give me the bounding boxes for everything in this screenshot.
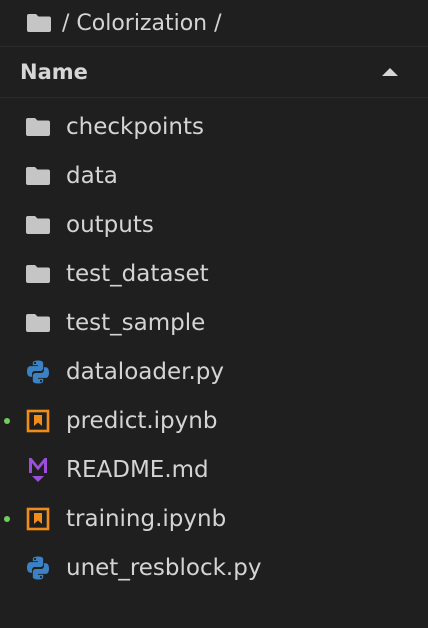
file-name: test_dataset: [66, 260, 209, 287]
list-item[interactable]: test_sample: [0, 298, 428, 347]
list-item[interactable]: test_dataset: [0, 249, 428, 298]
list-item[interactable]: README.md: [0, 445, 428, 494]
markdown-icon: [24, 456, 52, 484]
column-header-name[interactable]: Name: [0, 46, 428, 98]
list-item[interactable]: dataloader.py: [0, 347, 428, 396]
file-name: README.md: [66, 456, 209, 483]
folder-icon: [24, 211, 52, 239]
list-item[interactable]: training.ipynb: [0, 494, 428, 543]
python-icon: [24, 358, 52, 386]
list-item[interactable]: outputs: [0, 200, 428, 249]
file-explorer-panel: / Colorization / Name checkpoints data out…: [0, 0, 428, 628]
modified-indicator-icon: [4, 515, 10, 522]
file-name: training.ipynb: [66, 505, 227, 532]
file-name: unet_resblock.py: [66, 554, 262, 581]
file-name: test_sample: [66, 309, 206, 336]
list-item[interactable]: predict.ipynb: [0, 396, 428, 445]
folder-icon: [24, 260, 52, 288]
folder-icon: [24, 162, 52, 190]
list-item[interactable]: unet_resblock.py: [0, 543, 428, 592]
modified-indicator-icon: [4, 417, 10, 424]
breadcrumb[interactable]: / Colorization /: [0, 0, 428, 46]
python-icon: [24, 554, 52, 582]
breadcrumb-path[interactable]: / Colorization /: [62, 11, 222, 36]
sort-ascending-icon[interactable]: [382, 68, 398, 76]
column-header-label: Name: [20, 60, 88, 84]
folder-icon: [27, 14, 51, 32]
file-list: checkpoints data outputs test_dataset test_s…: [0, 98, 428, 592]
file-name: outputs: [66, 211, 154, 238]
list-item[interactable]: checkpoints: [0, 102, 428, 151]
list-item[interactable]: data: [0, 151, 428, 200]
file-name: dataloader.py: [66, 358, 224, 385]
file-name: predict.ipynb: [66, 407, 218, 434]
folder-icon: [24, 113, 52, 141]
folder-icon: [24, 309, 52, 337]
file-name: data: [66, 162, 118, 189]
notebook-icon: [24, 407, 52, 435]
notebook-icon: [24, 505, 52, 533]
file-name: checkpoints: [66, 113, 204, 140]
